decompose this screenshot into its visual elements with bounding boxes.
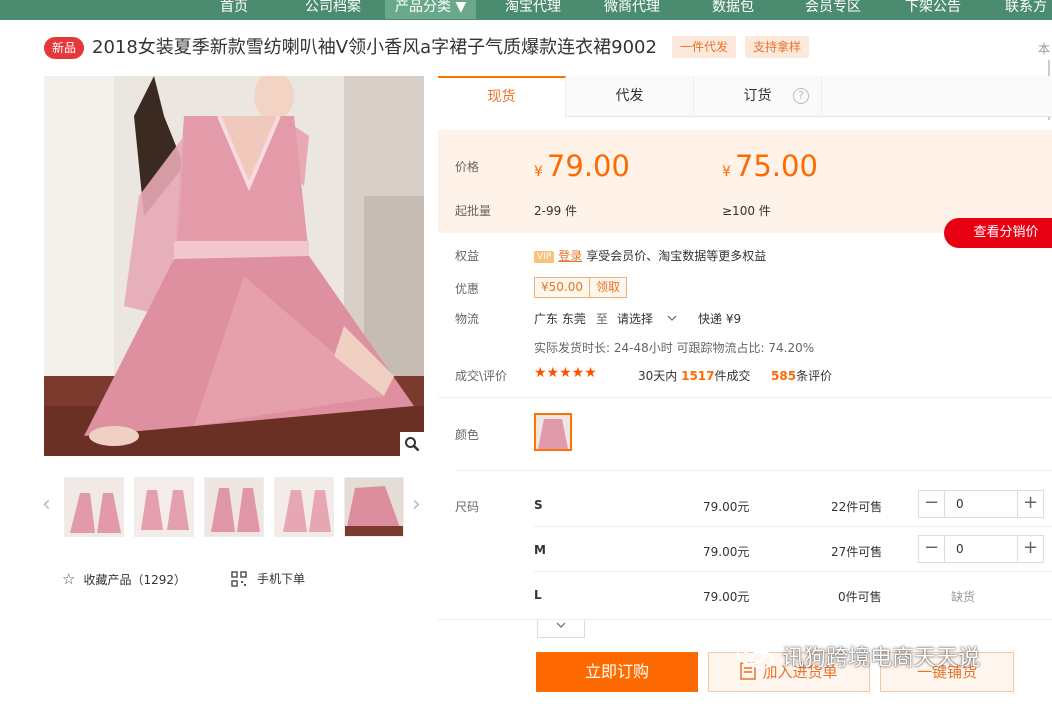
divider: [534, 526, 1052, 527]
divider: [455, 470, 1052, 471]
review-stats[interactable]: 585条评价: [771, 367, 832, 384]
quantity-stepper-m: − 0 +: [918, 535, 1044, 563]
coupon-amount: ¥50.00: [541, 280, 583, 294]
ship-to-label: 至: [596, 312, 609, 326]
edge-text: 本: [1038, 42, 1051, 56]
coupon-button[interactable]: ¥50.00 领取: [534, 277, 628, 298]
tag-sample[interactable]: 支持拿样: [745, 36, 810, 58]
nav-item-datapack[interactable]: 数据包: [712, 0, 754, 19]
ship-from: 广东 东莞: [534, 312, 586, 326]
thumbnail-3[interactable]: [204, 477, 264, 537]
mobile-order-button[interactable]: 手机下单: [231, 570, 305, 587]
zoom-icon[interactable]: [400, 432, 424, 456]
color-swatch-pink[interactable]: [534, 413, 572, 451]
tab-dropship[interactable]: 代发: [566, 76, 694, 117]
logistics-label: 物流: [455, 312, 480, 326]
thumbnail-2[interactable]: [134, 477, 194, 537]
benefits-text: 享受会员价、淘宝数据等更多权益: [586, 249, 767, 263]
size-s: S: [534, 498, 543, 512]
tab-in-stock[interactable]: 现货: [438, 76, 566, 118]
qrcode-icon: [231, 570, 247, 587]
color-label: 颜色: [455, 428, 480, 442]
coupon-get[interactable]: 领取: [589, 278, 626, 297]
price-label: 价格: [455, 160, 480, 174]
plus-button[interactable]: +: [1017, 491, 1043, 517]
expand-sizes-button[interactable]: [537, 620, 585, 638]
quantity-input[interactable]: 0: [946, 536, 1016, 562]
collect-label: 收藏产品（1292）: [83, 572, 186, 587]
size-label: 尺码: [455, 500, 480, 514]
range-tier-1: 2-99 件: [534, 204, 578, 218]
benefits-label: 权益: [455, 249, 480, 263]
star-outline-icon: ☆: [62, 570, 76, 588]
benefits-row: VIP 登录 享受会员价、淘宝数据等更多权益: [534, 247, 766, 264]
quantity-input[interactable]: 0: [946, 491, 1016, 517]
nav-item-offshelf[interactable]: 下架公告: [905, 0, 961, 19]
quantity-stepper-s: − 0 +: [918, 490, 1044, 518]
view-distribution-price-button[interactable]: 查看分销价: [944, 218, 1052, 248]
tag-dropship[interactable]: 一件代发: [672, 36, 737, 58]
plus-button[interactable]: +: [1017, 536, 1043, 562]
chevron-down-icon: [556, 622, 566, 628]
size-s-price: 79.00元: [703, 500, 750, 514]
size-l-price: 79.00元: [703, 590, 750, 604]
product-title: 2018女装夏季新款雪纺喇叭袖V领小香风a字裙子气质爆款连衣裙9002: [92, 37, 657, 58]
size-m: M: [534, 543, 546, 557]
main-product-image[interactable]: [44, 76, 424, 456]
vip-badge: VIP: [534, 251, 555, 263]
price-tier-1: ¥79.00: [534, 149, 630, 183]
nav-item-company[interactable]: 公司档案: [305, 0, 361, 19]
dress-illustration: [44, 76, 424, 456]
thumbnail-4[interactable]: [274, 477, 334, 537]
nav-item-member[interactable]: 会员专区: [805, 0, 861, 19]
nav-item-contact[interactable]: 联系方: [1005, 0, 1047, 19]
chevron-left-icon[interactable]: ‹: [42, 492, 51, 517]
deals-label: 成交\评价: [455, 369, 508, 383]
nav-item-wechat-agent[interactable]: 微商代理: [604, 0, 660, 19]
thumbnail-1[interactable]: [64, 477, 124, 537]
divider: [534, 571, 1052, 572]
nav-item-home[interactable]: 首页: [220, 0, 248, 19]
size-m-price: 79.00元: [703, 545, 750, 559]
nav-item-category[interactable]: 产品分类 ▼: [385, 0, 477, 19]
thumbnail-5[interactable]: [344, 477, 404, 537]
top-nav: 首页 公司档案 产品分类 ▼ 淘宝代理 微商代理 数据包 会员专区 下架公告 联…: [0, 0, 1052, 20]
size-l-stock: 0件可售: [838, 590, 882, 604]
range-tier-2: ≥100 件: [722, 204, 771, 218]
order-now-button[interactable]: 立即订购: [536, 652, 698, 692]
mobile-order-label: 手机下单: [257, 572, 306, 586]
watermark-text: 讯狗跨境电商天天说: [782, 646, 981, 671]
logistics-detail: 实际发货时长: 24-48小时 可跟踪物流占比: 74.20%: [534, 341, 815, 355]
login-link[interactable]: 登录: [558, 249, 582, 263]
wechat-icon: [737, 643, 774, 669]
sold-out-label: 缺货: [951, 590, 976, 604]
collect-button[interactable]: ☆ 收藏产品（1292）: [62, 570, 186, 588]
size-s-stock: 22件可售: [831, 500, 883, 514]
size-m-stock: 27件可售: [831, 545, 883, 559]
rating-stars: ★★★★★: [534, 365, 597, 381]
help-icon[interactable]: ?: [793, 88, 809, 104]
minus-button[interactable]: −: [919, 536, 945, 562]
express-fee: 快递 ¥9: [698, 312, 742, 326]
purchase-tabs: 现货 代发 订货: [438, 76, 1052, 118]
nav-item-taobao-agent[interactable]: 淘宝代理: [505, 0, 561, 19]
chevron-right-icon[interactable]: ›: [412, 492, 421, 517]
price-tier-2: ¥75.00: [722, 149, 818, 183]
chevron-down-icon: [667, 315, 677, 321]
size-l: L: [534, 588, 542, 602]
new-badge: 新品: [44, 37, 84, 59]
destination-select[interactable]: 请选择: [617, 310, 677, 327]
watermark: 讯狗跨境电商天天说: [736, 640, 980, 672]
deal-stats: 30天内 1517件成交: [638, 369, 751, 383]
moq-label: 起批量: [455, 204, 492, 218]
minus-button[interactable]: −: [919, 491, 945, 517]
divider: [438, 619, 1052, 620]
coupon-label: 优惠: [455, 282, 480, 296]
divider: [438, 397, 1052, 398]
